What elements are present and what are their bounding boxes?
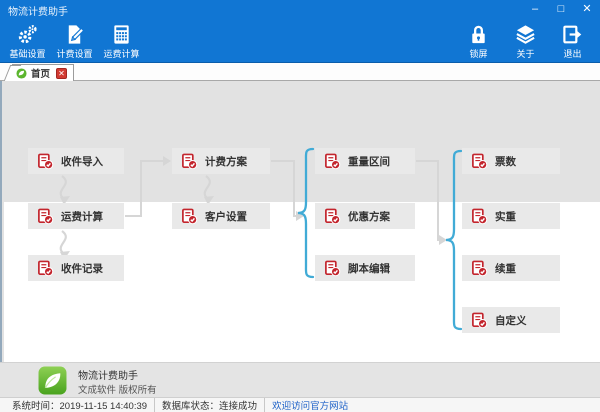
flow-node-label: 续重	[495, 261, 516, 276]
status-db-value: 连接成功	[219, 401, 257, 412]
toolbar-right-group: 锁屏 关于 退出	[455, 20, 600, 62]
tabbar: 首页 ✕	[0, 63, 600, 81]
about-button[interactable]: 关于	[502, 20, 549, 62]
flow-node-label: 重量区间	[348, 154, 390, 169]
flow-node-label: 运费计算	[61, 209, 103, 224]
home-leaf-icon	[16, 68, 27, 79]
flow-node[interactable]: 优惠方案	[315, 203, 415, 229]
flow-node-label: 票数	[495, 154, 516, 169]
red-document-check-icon	[324, 153, 341, 170]
red-document-check-icon	[471, 153, 488, 170]
toolbar-left-group: 基础设置 计费设置	[0, 20, 145, 62]
flow-node-label: 脚本编辑	[348, 261, 390, 276]
red-document-check-icon	[37, 260, 54, 277]
window-controls: – □ ✕	[522, 0, 600, 20]
status-database: 数据库状态：连接成功	[155, 398, 265, 412]
maximize-button[interactable]: □	[548, 0, 574, 20]
layers-icon	[515, 24, 536, 45]
exit-button[interactable]: 退出	[549, 20, 596, 62]
app-window: 物流计费助手 – □ ✕ 基础设置	[0, 0, 600, 412]
gears-icon	[17, 24, 38, 45]
status-system-time: 系统时间：2019-11-15 14:40:39	[5, 398, 155, 412]
red-document-check-icon	[471, 312, 488, 329]
calculator-icon	[111, 24, 132, 45]
toolbar-label: 关于	[516, 47, 534, 60]
tab-close-icon[interactable]: ✕	[56, 68, 67, 79]
red-document-check-icon	[471, 260, 488, 277]
flow-node-label: 实重	[495, 209, 516, 224]
flow-node-label: 优惠方案	[348, 209, 390, 224]
minimize-button[interactable]: –	[522, 0, 548, 20]
official-site-link[interactable]: 欢迎访问官方网站	[265, 398, 355, 412]
red-document-check-icon	[181, 208, 198, 225]
flow-node[interactable]: 收件导入	[28, 148, 124, 174]
footer-app-name: 物流计费助手	[78, 367, 138, 382]
titlebar: 物流计费助手 – □ ✕	[0, 0, 600, 20]
app-logo-leaf-icon	[38, 366, 67, 395]
toolbar-label: 退出	[563, 47, 581, 60]
status-db-label: 数据库状态：	[162, 401, 219, 412]
tab-label: 首页	[31, 66, 50, 80]
red-document-check-icon	[324, 260, 341, 277]
flow-node[interactable]: 运费计算	[28, 203, 124, 229]
flow-node-label: 自定义	[495, 313, 527, 328]
tab-home[interactable]: 首页 ✕	[12, 64, 74, 81]
flow-node[interactable]: 计费方案	[172, 148, 270, 174]
status-time-label: 系统时间：	[12, 401, 60, 412]
toolbar-label: 运费计算	[103, 47, 139, 60]
flow-node[interactable]: 续重	[462, 255, 560, 281]
basic-settings-button[interactable]: 基础设置	[4, 20, 51, 62]
flow-node[interactable]: 自定义	[462, 307, 560, 333]
flow-node[interactable]: 重量区间	[315, 148, 415, 174]
flow-node[interactable]: 实重	[462, 203, 560, 229]
red-document-check-icon	[181, 153, 198, 170]
flow-node[interactable]: 票数	[462, 148, 560, 174]
red-document-check-icon	[37, 153, 54, 170]
statusbar: 系统时间：2019-11-15 14:40:39 数据库状态：连接成功 欢迎访问…	[0, 397, 600, 412]
billing-settings-button[interactable]: 计费设置	[51, 20, 98, 62]
toolbar-label: 基础设置	[9, 47, 45, 60]
close-button[interactable]: ✕	[574, 0, 600, 20]
flow-node-label: 收件导入	[61, 154, 103, 169]
red-document-check-icon	[471, 208, 488, 225]
flow-node-label: 计费方案	[205, 154, 247, 169]
flow-node[interactable]: 客户设置	[172, 203, 270, 229]
flow-node[interactable]: 脚本编辑	[315, 255, 415, 281]
freight-calc-button[interactable]: 运费计算	[98, 20, 145, 62]
lock-screen-button[interactable]: 锁屏	[455, 20, 502, 62]
footer-copyright: 文成软件 版权所有	[78, 382, 157, 396]
page-edit-icon	[64, 24, 85, 45]
red-document-check-icon	[37, 208, 54, 225]
flow-node-label: 客户设置	[205, 209, 247, 224]
toolbar: 基础设置 计费设置	[0, 20, 600, 63]
red-document-check-icon	[324, 208, 341, 225]
status-time-value: 2019-11-15 14:40:39	[60, 401, 148, 412]
window-title: 物流计费助手	[0, 3, 522, 18]
flow-node[interactable]: 收件记录	[28, 255, 124, 281]
toolbar-label: 锁屏	[469, 47, 487, 60]
toolbar-label: 计费设置	[56, 47, 92, 60]
footer: 物流计费助手 文成软件 版权所有	[0, 362, 600, 397]
flow-node-label: 收件记录	[61, 261, 103, 276]
exit-icon	[562, 24, 583, 45]
lock-icon	[468, 24, 489, 45]
